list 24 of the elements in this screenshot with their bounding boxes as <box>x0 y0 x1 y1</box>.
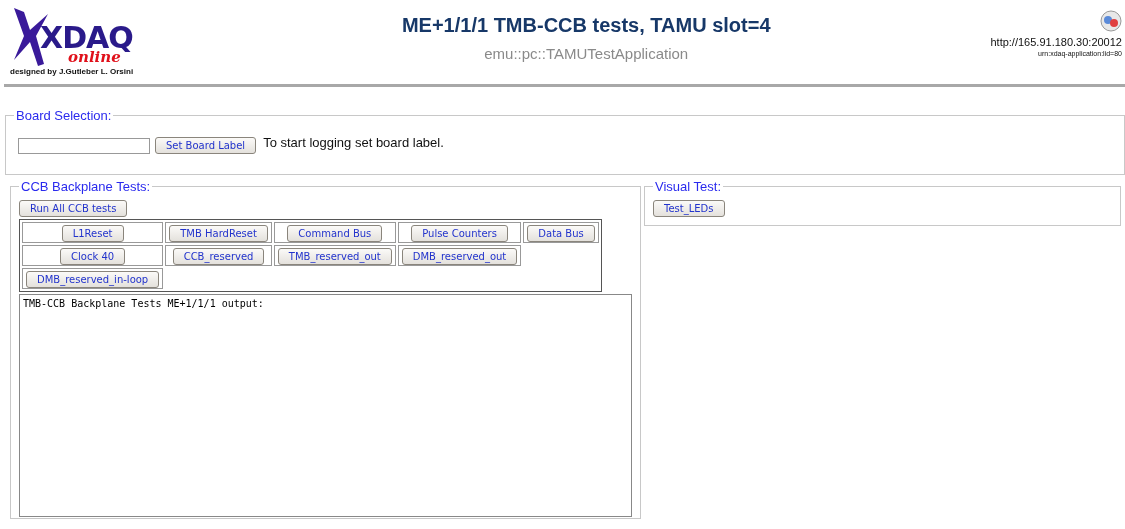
test-button[interactable]: Test_LEDs <box>653 200 725 217</box>
test-button[interactable]: DMB_reserved_out <box>401 248 518 265</box>
group-legend: Visual Test: <box>653 179 723 194</box>
run-all-button[interactable]: Run All CCB tests <box>19 200 128 217</box>
logo-credit: designed by J.Gutleber L. Orsini <box>10 67 134 76</box>
test-button[interactable]: Clock 40 <box>60 248 126 265</box>
page-title: ME+1/1/1 TMB-CCB tests, TAMU slot=4 <box>401 14 771 37</box>
test-button[interactable]: Pulse Counters <box>411 225 508 242</box>
test-button[interactable]: DMB_reserved_in-loop <box>26 271 160 288</box>
page-subtitle: emu::pc::TAMUTestApplication <box>483 45 690 62</box>
board-label-field[interactable] <box>18 137 150 154</box>
output-area[interactable]: TMB-CCB Backplane Tests ME+1/1/1 output: <box>19 294 632 517</box>
test-button[interactable]: TMB HardReset <box>169 225 268 242</box>
set-board-label-button[interactable]: Set Board Label <box>155 137 257 154</box>
group-legend: Board Selection: <box>14 108 114 123</box>
board-label-hint: To start logging set board label. <box>263 135 444 150</box>
test-button[interactable]: Command Bus <box>287 225 383 242</box>
group-legend: CCB Backplane Tests: <box>19 179 153 194</box>
gears-icon[interactable] <box>1100 10 1122 32</box>
host-url: http://165.91.180.30:20012 <box>990 36 1122 48</box>
test-button[interactable]: Data Bus <box>527 225 595 242</box>
test-button[interactable]: L1Reset <box>61 225 124 242</box>
test-button[interactable]: CCB_reserved <box>172 248 265 265</box>
test-button[interactable]: TMB_reserved_out <box>277 248 392 265</box>
